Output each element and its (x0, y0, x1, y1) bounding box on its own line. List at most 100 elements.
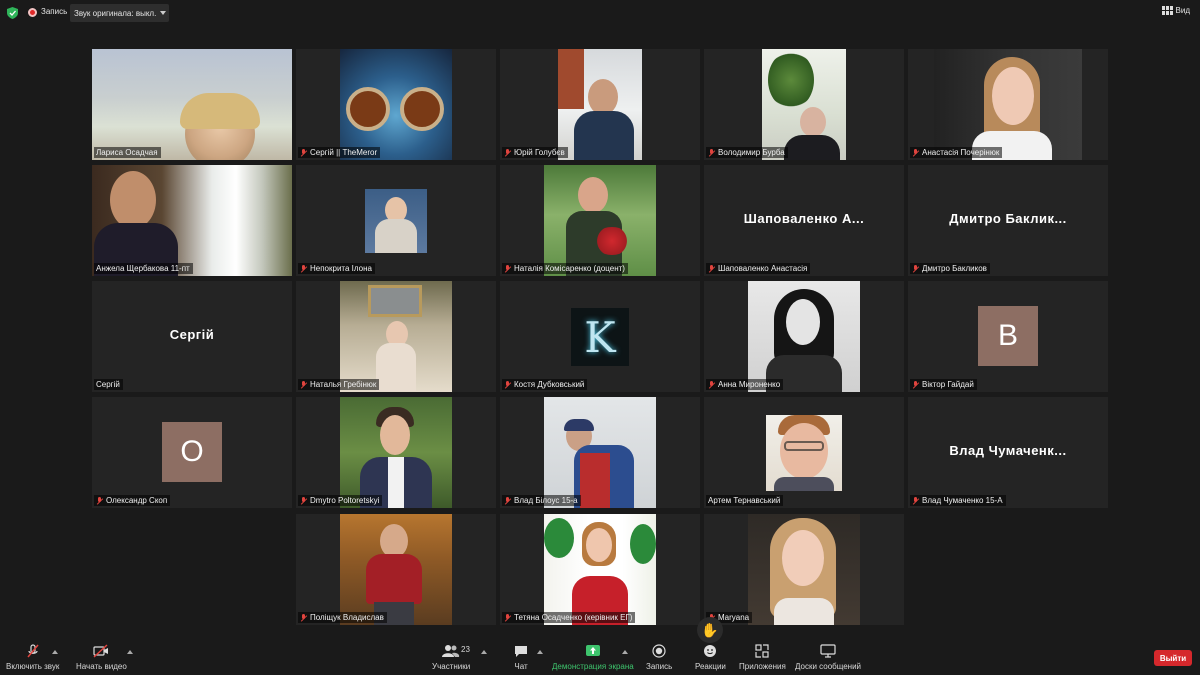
participant-video (340, 281, 452, 392)
participant-display-name: Сергій (169, 327, 215, 342)
participant-name: Артем Тернавський (706, 495, 784, 506)
participant-tile[interactable]: Артем Тернавський (704, 397, 904, 508)
participant-tile[interactable]: Шаповаленко А... Шаповаленко Анастасія (704, 165, 904, 276)
video-options-chevron-icon[interactable] (127, 650, 133, 654)
video-off-icon (92, 644, 110, 658)
chat-chevron-icon[interactable] (537, 650, 543, 654)
record-icon (650, 644, 668, 658)
share-chevron-icon[interactable] (622, 650, 628, 654)
muted-mic-icon (300, 613, 307, 622)
top-bar: Запись Звук оригинала: выкл. Вид (0, 0, 1200, 26)
participant-name: Влад Чумаченко 15-А (910, 495, 1006, 506)
participant-name: Юрій Голубєв (502, 147, 568, 158)
recording-icon (28, 8, 37, 17)
start-video-button[interactable]: Начать видео (76, 644, 127, 671)
participant-tile[interactable]: О Олександр Скоп (92, 397, 292, 508)
participant-name: Олександр Скоп (94, 495, 171, 506)
participant-tile[interactable]: Dmytro Poltoretskyi (296, 397, 496, 508)
view-button[interactable]: Вид (1161, 6, 1190, 15)
participant-tile[interactable]: Юрій Голубєв (500, 49, 700, 160)
participant-tile[interactable]: Поліщук Владислав (296, 514, 496, 625)
record-button[interactable]: Запись (646, 644, 672, 671)
participants-chevron-icon[interactable] (481, 650, 487, 654)
muted-mic-icon (912, 148, 919, 157)
unmute-button[interactable]: Включить звук (6, 644, 59, 671)
reactions-label: Реакции (695, 662, 726, 671)
participant-tile[interactable]: Анастасія Почерінюк (908, 49, 1108, 160)
participant-video (340, 49, 452, 160)
participant-video (558, 49, 642, 160)
add-reaction-icon (701, 644, 719, 658)
whiteboards-button[interactable]: Доски сообщений (795, 644, 861, 671)
participant-name: Володимир Бурба (706, 147, 788, 158)
participant-tile[interactable]: Наталія Комісаренко (доцент) (500, 165, 700, 276)
participant-tile[interactable]: Непокрита Ілона (296, 165, 496, 276)
participant-name: Анна Мироненко (706, 379, 784, 390)
participant-tile[interactable]: Влад Чумаченк... Влад Чумаченко 15-А (908, 397, 1108, 508)
share-screen-button[interactable]: Демонстрация экрана (552, 644, 634, 671)
reactions-button[interactable]: Реакции (695, 644, 726, 671)
participant-display-name: Дмитро Баклик... (949, 211, 1067, 226)
participant-video (934, 49, 1082, 160)
participant-video (748, 281, 860, 392)
participant-video (92, 49, 292, 160)
participant-name: Дмитро Бакликов (910, 263, 990, 274)
chevron-down-icon[interactable] (160, 11, 166, 15)
participant-display-name: Шаповаленко А... (743, 211, 865, 226)
participants-icon (442, 644, 460, 658)
share-screen-icon (584, 644, 602, 658)
original-sound-label: Звук оригинала: выкл. (74, 8, 157, 18)
participant-name: Поліщук Владислав (298, 612, 387, 623)
participant-name: Тетяна Осадченко (керівник ЕГ) (502, 612, 636, 623)
muted-mic-icon (708, 148, 715, 157)
participant-name: Сергій (94, 379, 123, 390)
participant-tile[interactable]: Тетяна Осадченко (керівник ЕГ) (500, 514, 700, 625)
participant-name: Анастасія Почерінюк (910, 147, 1003, 158)
participant-tile[interactable]: Сергій || TheMeror (296, 49, 496, 160)
participant-tile[interactable]: K Костя Дубковський (500, 281, 700, 392)
participant-tile[interactable]: В Віктор Гайдай (908, 281, 1108, 392)
participant-tile[interactable]: Лариса Осадчая (92, 49, 292, 160)
muted-mic-icon (300, 264, 307, 273)
muted-mic-icon (708, 264, 715, 273)
participant-name: Влад Білоус 15-а (502, 495, 581, 506)
participant-name: Шаповаленко Анастасія (706, 263, 811, 274)
participant-name: Сергій || TheMeror (298, 147, 381, 158)
participant-tile[interactable]: Maryana (704, 514, 904, 625)
participant-name: Dmytro Poltoretskyi (298, 495, 383, 506)
participant-video (544, 397, 656, 508)
leave-meeting-button[interactable]: Выйти (1154, 650, 1192, 666)
participant-name: Костя Дубковський (502, 379, 588, 390)
participant-video (762, 49, 846, 160)
participant-tile-active-speaker[interactable]: Анжела Щербакова 11-пт (92, 165, 292, 276)
muted-mic-icon (912, 496, 919, 505)
apps-button[interactable]: Приложения (739, 644, 786, 671)
participant-tile[interactable]: Володимир Бурба (704, 49, 904, 160)
participant-video (92, 165, 292, 276)
chat-button[interactable]: Чат (512, 644, 530, 671)
participant-tile[interactable]: Сергій Сергій (92, 281, 292, 392)
participant-video (340, 397, 452, 508)
muted-mic-icon (96, 496, 103, 505)
participant-video (544, 165, 656, 276)
muted-mic-icon (504, 613, 511, 622)
muted-mic-icon (912, 380, 919, 389)
whiteboard-icon (819, 644, 837, 658)
participants-count: 23 (461, 645, 470, 654)
muted-mic-icon (504, 264, 511, 273)
participant-tile[interactable]: Анна Мироненко (704, 281, 904, 392)
participant-name: Анжела Щербакова 11-пт (94, 263, 193, 274)
chat-icon (512, 644, 530, 658)
share-screen-label: Демонстрация экрана (552, 662, 634, 671)
muted-mic-icon (504, 148, 511, 157)
participant-tile[interactable]: Дмитро Баклик... Дмитро Бакликов (908, 165, 1108, 276)
original-sound-toggle[interactable]: Звук оригинала: выкл. (70, 4, 169, 22)
security-shield-icon[interactable] (7, 7, 18, 19)
participant-video (365, 189, 427, 253)
muted-microphone-icon (24, 644, 42, 658)
participant-tile[interactable]: Влад Білоус 15-а (500, 397, 700, 508)
audio-options-chevron-icon[interactable] (52, 650, 58, 654)
grid-view-icon (1161, 6, 1173, 15)
participant-tile[interactable]: Наталья Гребінюк (296, 281, 496, 392)
apps-label: Приложения (739, 662, 786, 671)
